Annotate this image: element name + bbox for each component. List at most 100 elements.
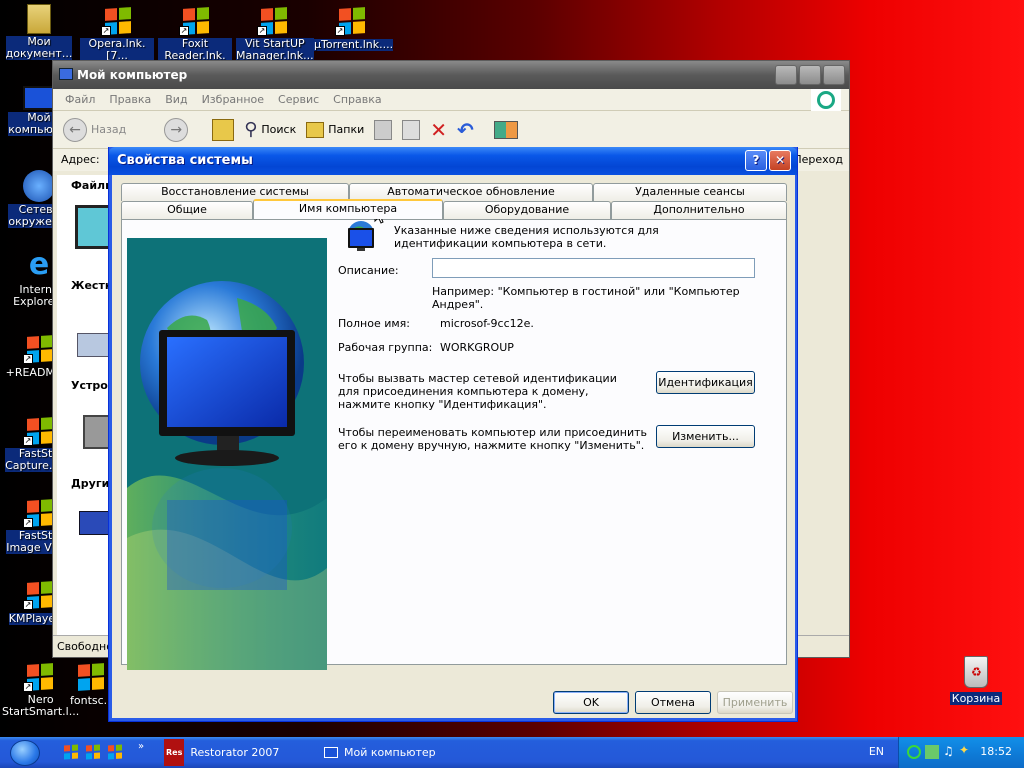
undo-icon[interactable]: ↶ bbox=[457, 118, 474, 142]
window-title: Мой компьютер bbox=[77, 68, 188, 82]
windows-flag-icon[interactable] bbox=[86, 744, 100, 760]
dialog-titlebar[interactable]: Свойства системы ? ✕ bbox=[109, 147, 797, 175]
description-example: Например: "Компьютер в гостиной" или "Ко… bbox=[432, 285, 740, 311]
forward-button[interactable]: → bbox=[164, 117, 189, 142]
tab-computer-name[interactable]: Имя компьютера bbox=[253, 199, 443, 219]
up-folder-icon[interactable] bbox=[212, 118, 235, 141]
task-label: Restorator 2007 bbox=[190, 746, 280, 759]
close-button[interactable] bbox=[823, 65, 845, 85]
folders-button[interactable]: Папки bbox=[306, 121, 365, 138]
windows-flag-icon[interactable] bbox=[64, 744, 78, 760]
desktop-icon-label: Vit StartUP Manager.lnk... bbox=[236, 37, 314, 62]
control-panel-icon bbox=[79, 511, 109, 535]
maximize-button[interactable] bbox=[799, 65, 821, 85]
system-properties-dialog[interactable]: Свойства системы ? ✕ Восстановление сист… bbox=[108, 147, 798, 722]
window-titlebar[interactable]: Мой компьютер bbox=[53, 61, 849, 89]
desktop-icon-recycle-bin[interactable]: ♻ Корзина bbox=[948, 656, 1004, 705]
back-button[interactable]: ← Назад bbox=[63, 117, 126, 142]
windows-flag-icon[interactable] bbox=[108, 744, 122, 760]
dialog-title: Свойства системы bbox=[117, 153, 253, 168]
desktop-icon-label: Мои документ... bbox=[5, 35, 73, 60]
description-label: Описание: bbox=[338, 264, 399, 277]
start-orb-icon bbox=[10, 740, 40, 766]
desktop-icon-nero[interactable]: ↗ Nero StartSmart.l... bbox=[2, 660, 80, 718]
language-indicator[interactable]: EN bbox=[869, 745, 884, 758]
taskbar: » Res Restorator 2007 Мой компьютер EN ♫… bbox=[0, 737, 1024, 768]
menu-edit[interactable]: Правка bbox=[109, 93, 151, 110]
desktop-icon-label: Nero StartSmart.l... bbox=[2, 693, 80, 718]
workgroup-label: Рабочая группа: bbox=[338, 341, 433, 354]
toolbar: ← Назад → ⚲ Поиск Папки ✕ ↶ bbox=[53, 111, 849, 149]
tab-remote[interactable]: Удаленные сеансы bbox=[593, 183, 787, 201]
delete-icon[interactable]: ✕ bbox=[430, 118, 447, 142]
folders-label: Папки bbox=[328, 123, 365, 136]
tab-page-computer-name: Указанные ниже сведения используются для… bbox=[121, 219, 787, 670]
fullname-value: microsof-9cc12e. bbox=[440, 317, 534, 330]
views-icon[interactable] bbox=[493, 120, 518, 139]
close-button[interactable]: ✕ bbox=[769, 150, 791, 171]
desktop-icon-label: µTorrent.lnk.... bbox=[314, 38, 394, 51]
dialog-body: Восстановление системы Автоматическое об… bbox=[113, 175, 795, 718]
desktop-icon-label: Корзина bbox=[949, 692, 1003, 705]
search-label: Поиск bbox=[261, 123, 297, 136]
search-button[interactable]: ⚲ Поиск bbox=[244, 119, 296, 140]
desktop-icon-my-documents[interactable]: Мои документ... bbox=[2, 4, 76, 60]
section-devices: Устро bbox=[71, 379, 108, 392]
start-button[interactable] bbox=[0, 737, 50, 768]
folder-icon bbox=[306, 121, 325, 138]
ie-icon: e bbox=[28, 247, 50, 282]
desktop-icon-fontsc[interactable]: fontsc... bbox=[70, 660, 114, 707]
task-label: Мой компьютер bbox=[344, 746, 436, 759]
globe-monitor-illustration bbox=[127, 238, 327, 670]
search-icon: ⚲ bbox=[244, 119, 258, 140]
computer-icon bbox=[23, 86, 55, 110]
computer-icon bbox=[324, 747, 338, 758]
section-hard-disks: Жестк bbox=[71, 279, 113, 292]
menu-view[interactable]: Вид bbox=[165, 93, 187, 110]
windows-flag-icon: ↗ bbox=[23, 332, 55, 364]
menu-tools[interactable]: Сервис bbox=[278, 93, 319, 110]
minimize-button[interactable] bbox=[775, 65, 797, 85]
windows-flag-icon: ↗ bbox=[23, 414, 55, 446]
clock[interactable]: 18:52 bbox=[980, 745, 1012, 758]
windows-flag-icon: ↗ bbox=[179, 4, 211, 36]
identification-button[interactable]: Идентификация bbox=[656, 371, 755, 394]
menu-favorites[interactable]: Избранное bbox=[202, 93, 264, 110]
desktop-icon-opera[interactable]: ↗ Opera.lnk.[7... bbox=[80, 4, 154, 62]
workgroup-value: WORKGROUP bbox=[440, 341, 514, 354]
tab-advanced[interactable]: Дополнительно bbox=[611, 201, 787, 219]
back-arrow-icon: ← bbox=[63, 117, 87, 142]
network-icon bbox=[23, 170, 55, 202]
apply-button[interactable]: Применить bbox=[717, 691, 793, 714]
menu-help[interactable]: Справка bbox=[333, 93, 381, 110]
description-input[interactable] bbox=[432, 258, 755, 278]
tab-general[interactable]: Общие bbox=[121, 201, 253, 219]
quick-launch-more-icon[interactable]: » bbox=[138, 741, 144, 752]
copy-to-icon[interactable] bbox=[402, 119, 421, 140]
cancel-button[interactable]: Отмена bbox=[635, 691, 711, 714]
tray-device-icon[interactable] bbox=[925, 745, 939, 759]
windows-flag-icon bbox=[74, 660, 106, 692]
tray-wand-icon[interactable]: ✦ bbox=[959, 743, 969, 757]
windows-flag-icon: ↗ bbox=[257, 4, 289, 36]
fullname-label: Полное имя: bbox=[338, 317, 410, 330]
change-button[interactable]: Изменить... bbox=[656, 425, 755, 448]
section-other: Други bbox=[71, 477, 110, 490]
help-button[interactable]: ? bbox=[745, 150, 767, 171]
tray-network-icon[interactable] bbox=[907, 745, 921, 759]
windows-flag-icon: ↗ bbox=[23, 496, 55, 528]
tab-hardware[interactable]: Оборудование bbox=[443, 201, 611, 219]
windows-flag-icon: ↗ bbox=[23, 578, 55, 610]
computer-icon bbox=[59, 68, 73, 80]
ok-button[interactable]: OK bbox=[553, 691, 629, 714]
go-button[interactable]: Переход bbox=[793, 153, 843, 166]
windows-flag-icon: ↗ bbox=[23, 660, 55, 692]
task-restorator[interactable]: Res Restorator 2007 bbox=[160, 739, 310, 766]
tray-volume-icon[interactable]: ♫ bbox=[943, 744, 954, 758]
desktop-icon-utorrent[interactable]: ↗ µTorrent.lnk.... bbox=[314, 4, 394, 51]
restorator-icon: Res bbox=[164, 739, 185, 766]
move-to-icon[interactable] bbox=[374, 119, 393, 140]
menu-file[interactable]: Файл bbox=[65, 93, 95, 110]
task-my-computer[interactable]: Мой компьютер bbox=[320, 740, 480, 765]
desktop-icon-vit-startup[interactable]: ↗ Vit StartUP Manager.lnk... bbox=[236, 4, 314, 62]
